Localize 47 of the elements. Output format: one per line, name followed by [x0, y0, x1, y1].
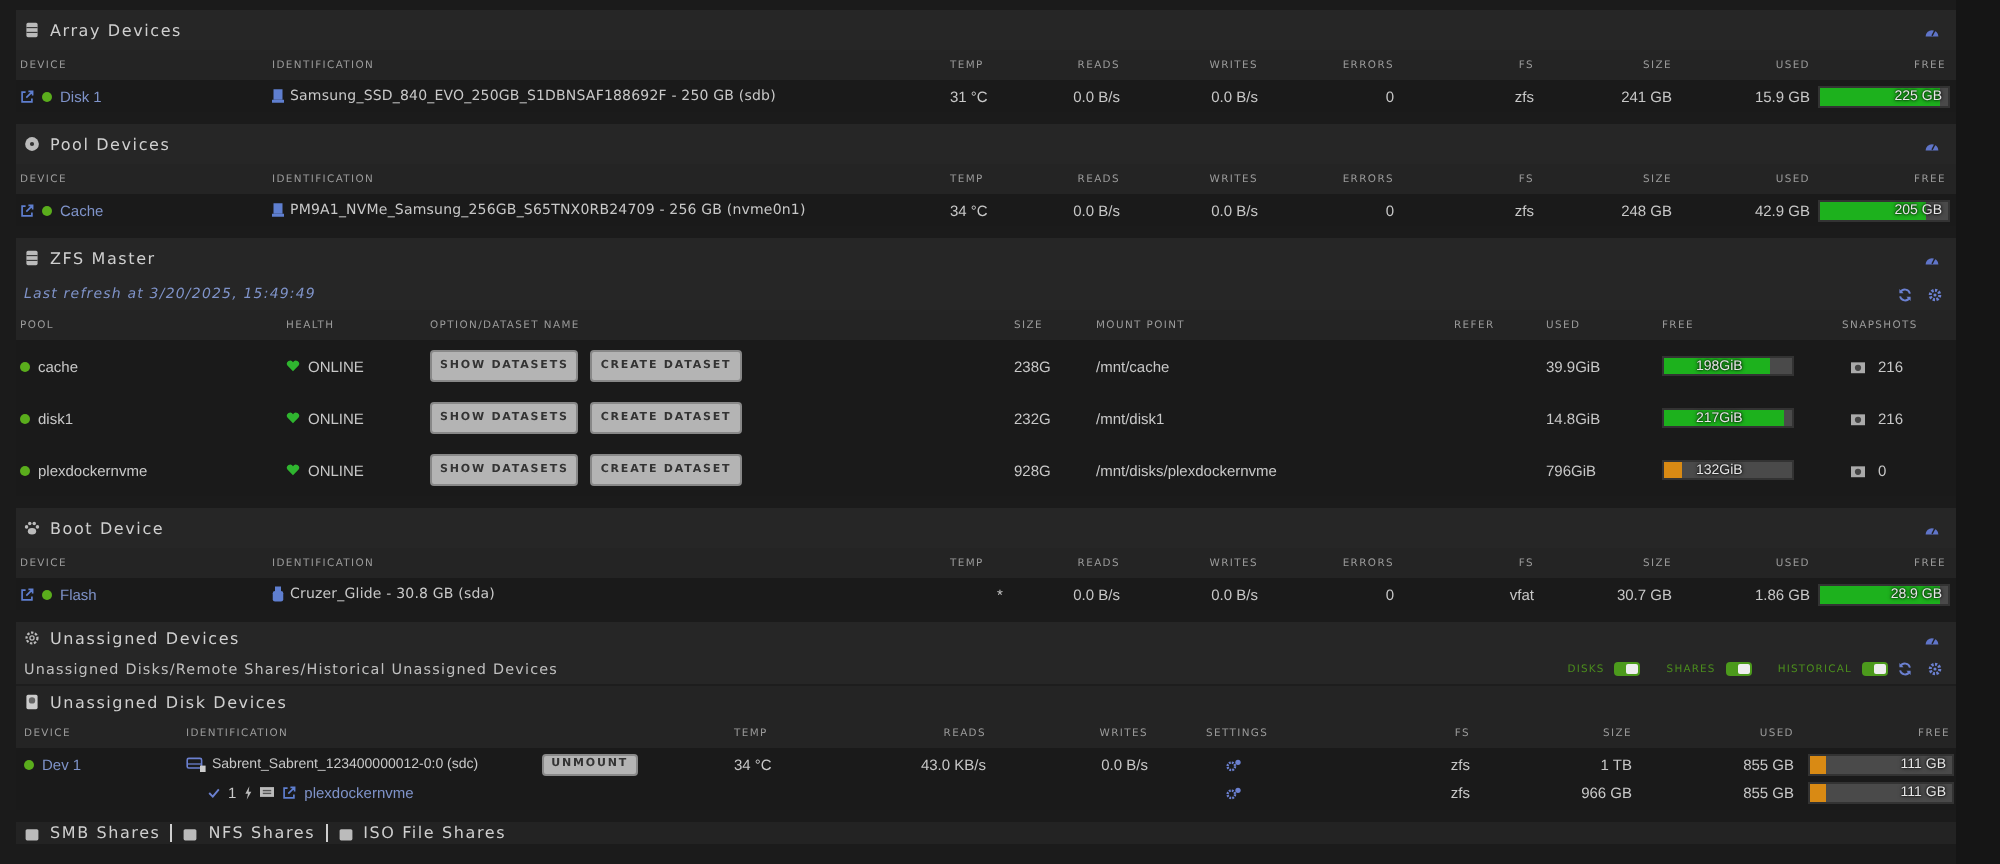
section-title: Boot Device — [50, 519, 165, 537]
refresh-icon[interactable] — [1898, 662, 1912, 676]
settings-icon[interactable] — [1226, 785, 1242, 799]
status-dot — [20, 413, 30, 423]
settings-icon[interactable] — [1928, 287, 1942, 301]
section-title: ZFS Master — [50, 249, 156, 267]
gear-outline-icon — [24, 630, 40, 646]
share-tab[interactable]: ISO File Shares — [363, 824, 507, 842]
lightning-icon — [244, 785, 253, 799]
section-title: Unassigned Devices — [50, 629, 241, 647]
section-title: Unassigned Disk Devices — [50, 693, 288, 711]
camera-icon[interactable] — [1850, 359, 1866, 373]
status-dot — [20, 361, 30, 371]
external-link-icon[interactable] — [20, 587, 34, 601]
camera-icon[interactable] — [1850, 463, 1866, 477]
hard-drive-icon — [186, 756, 206, 772]
refresh-icon[interactable] — [1898, 287, 1912, 301]
status-dot — [42, 589, 52, 599]
usb-drive-icon — [272, 586, 284, 602]
disc-icon — [24, 136, 40, 152]
toggle-switch[interactable] — [1725, 662, 1752, 676]
heart-icon — [286, 464, 300, 476]
toggle-switch[interactable] — [1614, 662, 1641, 676]
status-dot — [42, 205, 52, 215]
database-icon — [24, 22, 40, 38]
toggle-switch[interactable] — [1862, 662, 1888, 676]
camera-icon[interactable] — [1850, 411, 1866, 425]
paw-icon — [24, 520, 40, 536]
external-link-icon[interactable] — [20, 89, 34, 103]
status-dot — [24, 759, 34, 769]
section-title: Array Devices — [50, 21, 183, 39]
drive-icon — [24, 694, 40, 710]
status-dot — [42, 91, 52, 101]
share-tab[interactable]: SMB Shares — [50, 824, 161, 842]
share-tab[interactable]: NFS Shares — [208, 824, 316, 842]
external-link-icon[interactable] — [282, 785, 297, 799]
section-title: Pool Devices — [50, 135, 171, 153]
drive-icon — [272, 202, 284, 218]
heart-icon — [286, 412, 300, 424]
database-icon — [24, 250, 40, 266]
folder-icon — [260, 786, 275, 798]
heart-icon — [286, 360, 300, 372]
drive-icon — [272, 88, 284, 104]
settings-icon[interactable] — [1226, 757, 1242, 771]
external-link-icon[interactable] — [20, 203, 34, 217]
status-dot — [20, 465, 30, 475]
settings-icon[interactable] — [1928, 662, 1942, 676]
